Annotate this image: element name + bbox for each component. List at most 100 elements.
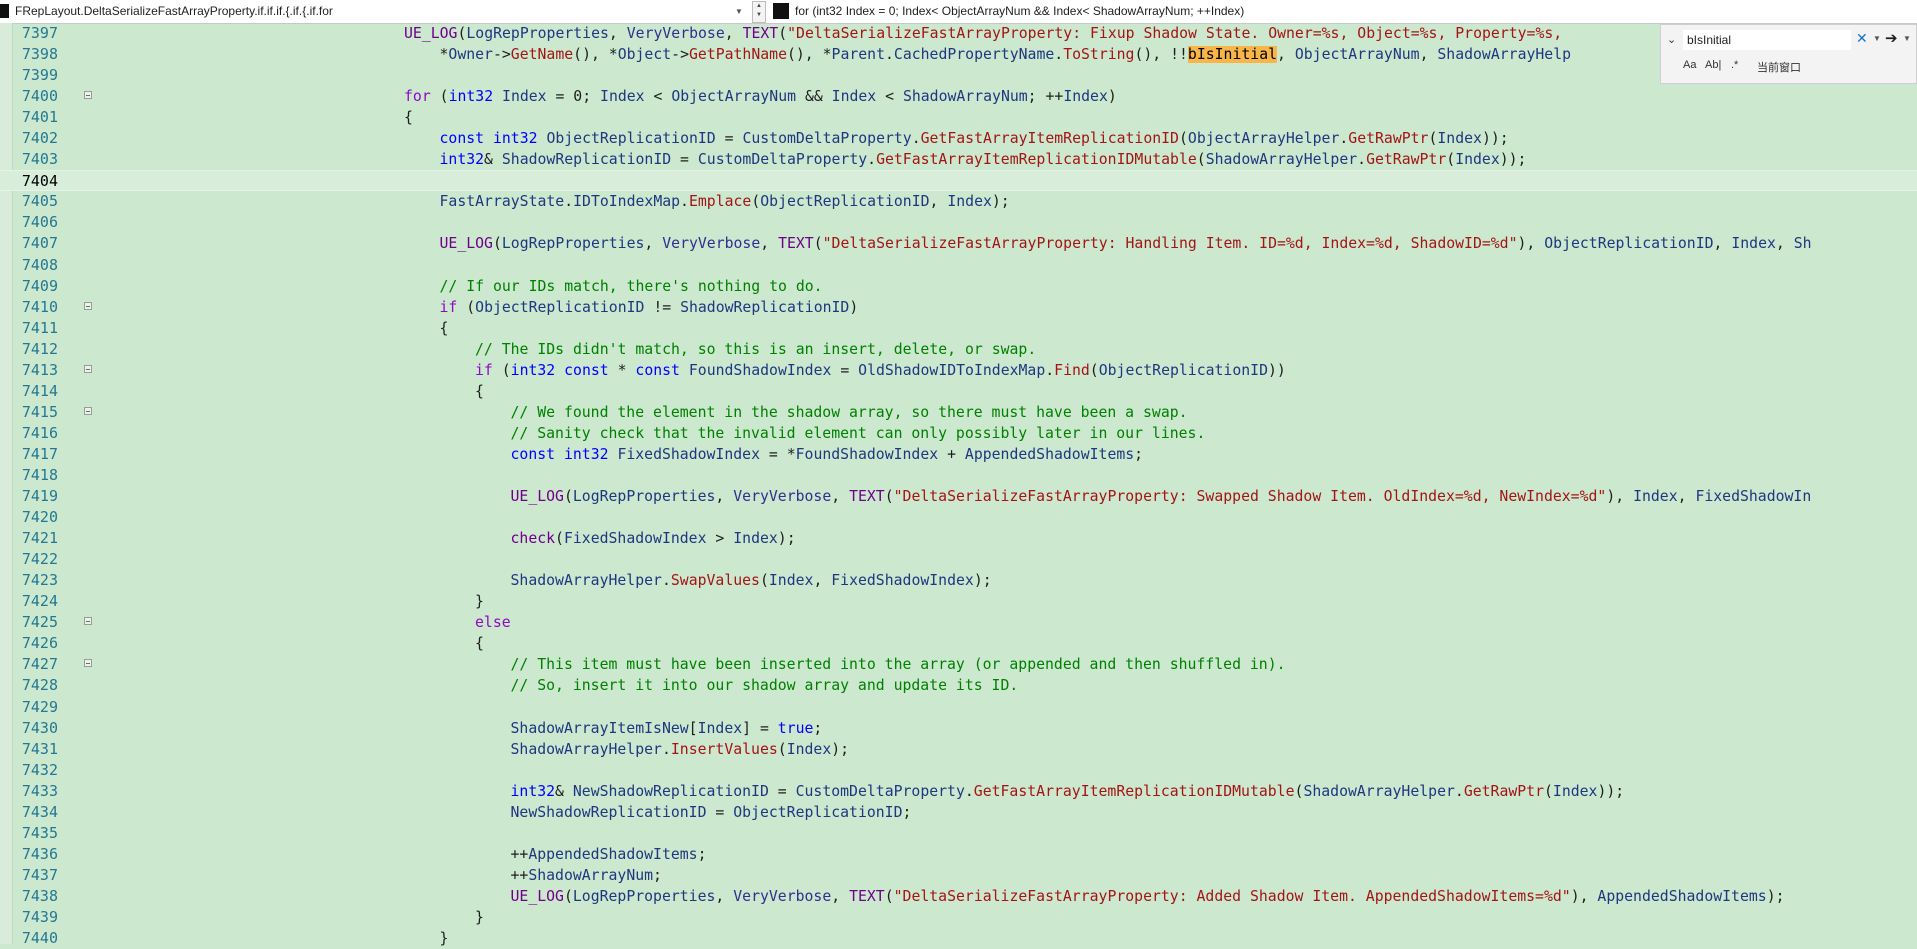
code-token: AppendedShadowItems	[1597, 887, 1767, 905]
code-line[interactable]: 7426 {	[0, 633, 1917, 654]
code-token: .	[964, 782, 974, 800]
line-number: 7432	[21, 760, 58, 779]
code-token: Index	[1437, 130, 1482, 148]
collapse-icon[interactable]	[84, 617, 92, 626]
code-line[interactable]: 7402 const int32 ObjectReplicationID = Cu…	[0, 128, 1917, 149]
search-scope[interactable]: 当前窗口	[1757, 59, 1801, 75]
clear-search-icon[interactable]: ✕	[1856, 30, 1868, 47]
code-token: ));	[1597, 782, 1625, 800]
code-line[interactable]: 7414 {	[0, 381, 1917, 402]
code-token: FoundShadowIndex	[795, 445, 939, 463]
code-token: UE_LOG	[510, 488, 564, 506]
code-token: Index	[947, 193, 992, 211]
code-line[interactable]: 7405 FastArrayState.IDToIndexMap.Emplace(…	[0, 191, 1917, 212]
line-number: 7425	[21, 613, 58, 632]
chevron-down-icon[interactable]: ▼	[732, 7, 746, 16]
code-line[interactable]: 7399	[0, 65, 1917, 86]
code-line[interactable]: 7417 const int32 FixedShadowIndex = *Foun…	[0, 444, 1917, 465]
code-line[interactable]: 7401 {	[0, 107, 1917, 128]
code-line[interactable]: 7397 UE_LOG (LogRepProperties, VeryVerbose…	[0, 23, 1917, 44]
code-text: }	[475, 907, 484, 928]
code-line[interactable]: 7406	[0, 212, 1917, 233]
code-token: if	[475, 361, 493, 379]
code-line[interactable]: 7421 check(FixedShadowIndex > Index);	[0, 528, 1917, 549]
code-line[interactable]: 7416 // Sanity check that the invalid ele…	[0, 423, 1917, 444]
code-line[interactable]: 7440}	[0, 928, 1917, 949]
code-line[interactable]: 7411 {	[0, 318, 1917, 339]
collapse-icon[interactable]	[84, 364, 92, 373]
collapse-icon[interactable]	[84, 406, 92, 415]
code-line[interactable]: 7439}	[0, 907, 1917, 928]
code-line[interactable]: 7413 if (int32 const * const FoundShadowI…	[0, 360, 1917, 381]
code-token: CustomDeltaProperty	[795, 782, 965, 800]
code-text: // So, insert it into our shadow array a…	[511, 675, 1019, 696]
code-token: )	[849, 298, 859, 316]
code-line[interactable]: 7428 // So, insert it into our shadow arr…	[0, 675, 1917, 696]
code-line[interactable]: 7438 UE_LOG(LogRepProperties, VeryVerbose…	[0, 886, 1917, 907]
code-text: // This item must have been inserted int…	[511, 654, 1286, 675]
code-line[interactable]: 7412 // The IDs didn't match, so this is …	[0, 339, 1917, 360]
code-text: UE_LOG(LogRepProperties, VeryVerbose, TE…	[404, 23, 1571, 44]
code-line[interactable]: 7423 ShadowArrayHelper.SwapValues(Index, …	[0, 570, 1917, 591]
code-token: ShadowArrayHelper	[510, 572, 662, 590]
code-token: GetRawPtr	[1463, 782, 1544, 800]
code-line[interactable]: 7430 ShadowArrayItemIsNew[Index] = true;	[0, 718, 1917, 739]
code-line[interactable]: 7404	[0, 170, 1917, 192]
scope-navigation-text: for (int32 Index = 0; Index< ObjectArray…	[795, 4, 1245, 18]
code-token: int32	[439, 151, 485, 169]
match-whole-word-toggle[interactable]: Ab|	[1705, 59, 1721, 71]
code-line[interactable]: 7422	[0, 549, 1917, 570]
code-line[interactable]: 7434 NewShadowReplicationID = ObjectRepli…	[0, 802, 1917, 823]
code-editor[interactable]: 7397 UE_LOG(LogRepProperties, VeryVerbose…	[0, 23, 1917, 949]
code-token: =	[706, 803, 734, 821]
code-line[interactable]: 7424}	[0, 591, 1917, 612]
code-line[interactable]: 7409 // If our IDs match, there's nothing…	[0, 276, 1917, 297]
code-line[interactable]: 7410 if (ObjectReplicationID != ShadowRep…	[0, 297, 1917, 318]
code-text: FastArrayState.IDToIndexMap.Emplace(Obje…	[440, 191, 1010, 212]
scope-navigation-dropdown[interactable]: for (int32 Index = 0; Index< ObjectArray…	[773, 2, 1917, 20]
code-line[interactable]: 7432	[0, 760, 1917, 781]
code-line[interactable]: 7420	[0, 507, 1917, 528]
code-token: .	[911, 130, 921, 148]
line-number: 7401	[21, 108, 58, 127]
member-navigation-dropdown[interactable]: FRepLayout.DeltaSerializeFastArrayProper…	[0, 2, 746, 20]
code-line[interactable]: 7436 ++AppendedShadowItems;	[0, 844, 1917, 865]
collapse-icon[interactable]	[84, 91, 92, 100]
code-token: ++	[510, 845, 529, 863]
find-input[interactable]	[1683, 30, 1851, 50]
code-line[interactable]: 7437 ++ShadowArrayNum;	[0, 865, 1917, 886]
expand-replace-icon[interactable]: ⌄	[1667, 33, 1676, 46]
code-line[interactable]: 7407 UE_LOG(LogRepProperties, VeryVerbose…	[0, 233, 1917, 254]
code-line[interactable]: 7435	[0, 823, 1917, 844]
line-number: 7398	[21, 45, 58, 64]
code-text: // The IDs didn't match, so this is an i…	[475, 339, 1036, 360]
code-line[interactable]: 7403 int32& ShadowReplicationID = CustomD…	[0, 149, 1917, 170]
code-line[interactable]: 7398 *Owner->GetName(), *Object->GetPathN…	[0, 44, 1917, 65]
find-history-dropdown[interactable]: ▼	[1873, 34, 1881, 43]
code-line[interactable]: 7415 // We found the element in the shado…	[0, 402, 1917, 423]
code-line[interactable]: 7418	[0, 465, 1917, 486]
match-case-toggle[interactable]: Aa	[1683, 59, 1696, 71]
code-token: "DeltaSerializeFastArrayProperty: Fixup …	[787, 25, 1572, 42]
code-token: TEXT	[849, 887, 885, 905]
code-line[interactable]: 7431 ShadowArrayHelper.InsertValues(Index…	[0, 739, 1917, 760]
code-text: UE_LOG(LogRepProperties, VeryVerbose, TE…	[440, 233, 1812, 254]
code-line[interactable]: 7427 // This item must have been inserted…	[0, 654, 1917, 675]
code-line[interactable]: 7429	[0, 697, 1917, 718]
code-token: ] =	[742, 719, 778, 737]
code-token: {	[475, 635, 484, 653]
code-line[interactable]: 7408	[0, 255, 1917, 276]
find-options-dropdown[interactable]: ▼	[1903, 34, 1911, 43]
code-line[interactable]: 7400 for (int32 Index = 0; Index < Object…	[0, 86, 1917, 107]
find-next-button[interactable]: ➔	[1885, 29, 1898, 47]
code-line[interactable]: 7433 int32& NewShadowReplicationID = Cust…	[0, 781, 1917, 802]
code-token: ,	[715, 488, 734, 506]
code-token: (	[1544, 782, 1553, 800]
code-line[interactable]: 7425 else	[0, 612, 1917, 633]
navigation-splitter[interactable]: ▲ ▼	[752, 1, 766, 23]
collapse-icon[interactable]	[84, 301, 92, 310]
collapse-icon[interactable]	[84, 659, 92, 668]
regex-toggle[interactable]: .*	[1731, 59, 1738, 71]
code-line[interactable]: 7419 UE_LOG(LogRepProperties, VeryVerbose…	[0, 486, 1917, 507]
code-text: ShadowArrayItemIsNew[Index] = true;	[511, 718, 823, 739]
